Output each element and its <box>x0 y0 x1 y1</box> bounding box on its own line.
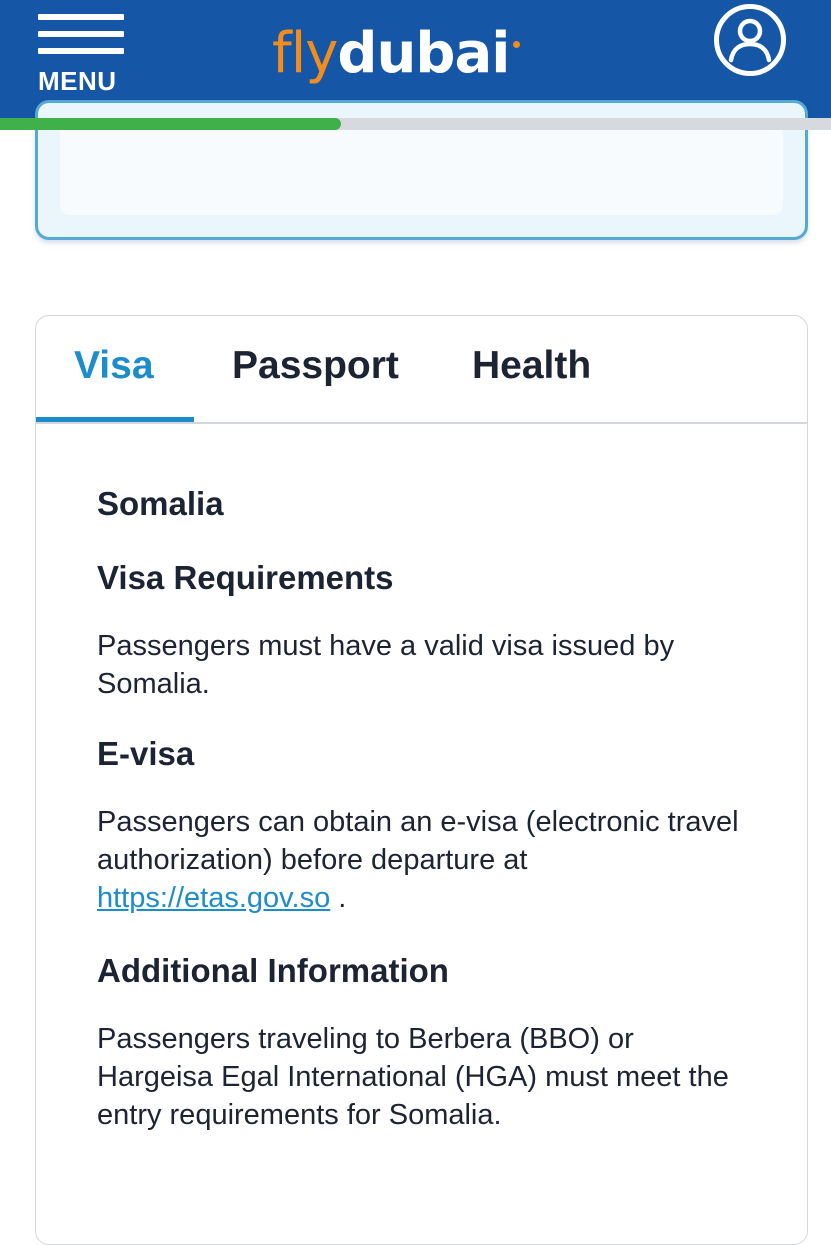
active-tab-indicator <box>36 417 194 422</box>
visa-requirements-heading: Visa Requirements <box>97 559 394 596</box>
user-circle-icon <box>728 18 772 63</box>
logo-dot <box>513 41 521 48</box>
flydubai-logo[interactable]: fly dubai <box>272 6 521 86</box>
evisa-text-end: . <box>330 882 347 914</box>
evisa-heading: E-visa <box>97 735 195 772</box>
logo-fly-text: fly <box>272 21 338 86</box>
evisa-text-body: Passengers can obtain an e-visa (electro… <box>97 806 739 876</box>
hamburger-icon-bar <box>38 48 124 54</box>
evisa-text: Passengers can obtain an e-visa (electro… <box>97 803 757 917</box>
profile-button[interactable] <box>714 4 786 76</box>
requirements-tabs: Visa Passport Health <box>36 316 807 424</box>
travel-requirements-card: Visa Passport Health Somalia Visa Requir… <box>35 315 808 1245</box>
country-heading: Somalia <box>97 485 224 522</box>
menu-label: MENU <box>38 66 117 96</box>
logo-dubai-text: dubai <box>337 21 510 86</box>
tab-visa[interactable]: Visa <box>74 344 154 404</box>
tab-health[interactable]: Health <box>472 344 591 404</box>
additional-information-text: Passengers traveling to Berbera (BBO) or… <box>97 1023 729 1131</box>
menu-button[interactable]: MENU <box>38 14 126 96</box>
previous-section-card-inner <box>60 123 783 215</box>
booking-progress-bar <box>0 118 831 130</box>
visa-requirements-text: Passengers must have a valid visa issued… <box>97 630 675 700</box>
etas-link[interactable]: https://etas.gov.so <box>97 882 330 914</box>
hamburger-icon-bar <box>38 31 124 37</box>
tab-passport[interactable]: Passport <box>232 344 399 404</box>
hamburger-icon <box>38 14 124 20</box>
additional-information-heading: Additional Information <box>97 952 449 989</box>
booking-progress-fill <box>0 118 341 130</box>
